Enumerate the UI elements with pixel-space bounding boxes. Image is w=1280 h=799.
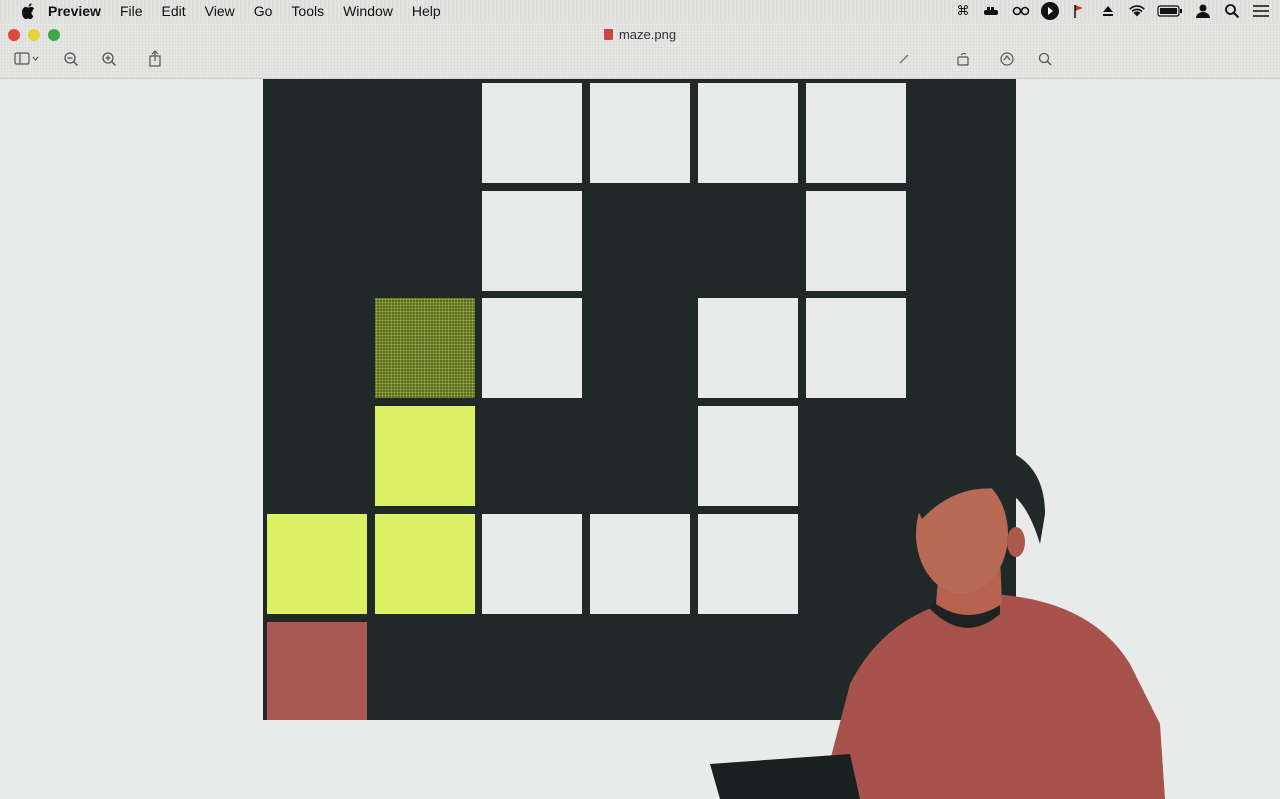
battery-icon[interactable]	[1157, 2, 1183, 20]
maze-cell-path	[374, 406, 475, 507]
flag-icon[interactable]	[1070, 2, 1088, 20]
maze-cell-open	[482, 298, 583, 399]
annotate-icon[interactable]	[998, 50, 1016, 68]
menu-help[interactable]: Help	[412, 3, 441, 19]
apple-menu-icon[interactable]	[22, 3, 38, 20]
wifi-icon[interactable]	[1128, 2, 1146, 20]
menu-edit[interactable]: Edit	[162, 3, 186, 19]
maze-cell-open	[590, 83, 691, 183]
sidebar-toggle-icon[interactable]	[12, 50, 42, 68]
maze-cell-current	[374, 298, 475, 399]
zoom-out-icon[interactable]	[62, 50, 80, 68]
menu-tools[interactable]: Tools	[291, 3, 324, 19]
zoom-in-icon[interactable]	[100, 50, 118, 68]
maze-cell-path	[374, 513, 475, 614]
glasses-icon[interactable]	[1012, 2, 1030, 20]
maze-cell-open	[805, 83, 906, 183]
command-icon[interactable]: ⌘	[954, 2, 972, 20]
maze-cell-open	[697, 298, 798, 399]
maze-cell-open	[482, 83, 583, 183]
maze-cell-open	[482, 190, 583, 291]
maze-cell-path	[267, 513, 367, 614]
eject-icon[interactable]	[1099, 2, 1117, 20]
document-name: maze.png	[618, 27, 677, 42]
image-file-icon	[603, 29, 613, 40]
maze-cell-open	[590, 513, 691, 614]
image-viewer	[0, 79, 1280, 799]
share-icon[interactable]	[146, 50, 164, 68]
maze-cell-start	[267, 621, 367, 720]
user-icon[interactable]	[1194, 2, 1212, 20]
maze-cell-open	[697, 83, 798, 183]
menu-file[interactable]: File	[120, 3, 143, 19]
window-title: maze.png	[0, 27, 1280, 42]
menu-app-name[interactable]: Preview	[48, 3, 101, 19]
menu-bar: Preview File Edit View Go Tools Window H…	[0, 0, 1280, 22]
rotate-icon[interactable]	[954, 50, 972, 68]
menu-window[interactable]: Window	[343, 3, 393, 19]
menu-go[interactable]: Go	[254, 3, 273, 19]
menu-view[interactable]: View	[205, 3, 235, 19]
presenter-laptop	[710, 754, 860, 799]
presenter-overlay	[710, 444, 1165, 799]
presenter-shirt	[820, 594, 1165, 799]
markup-pen-icon[interactable]	[895, 50, 913, 68]
notification-center-icon[interactable]	[1252, 2, 1270, 20]
maze-cell-open	[482, 513, 583, 614]
window-titlebar: maze.png	[0, 22, 1280, 79]
presenter-ear	[1007, 527, 1025, 557]
status-area: ⌘	[943, 0, 1270, 22]
maze-cell-open	[805, 298, 906, 399]
spotlight-search-icon[interactable]	[1223, 2, 1241, 20]
search-icon[interactable]	[1036, 50, 1054, 68]
docker-icon[interactable]	[983, 2, 1001, 20]
maze-cell-open	[805, 190, 906, 291]
play-icon[interactable]	[1041, 2, 1059, 20]
